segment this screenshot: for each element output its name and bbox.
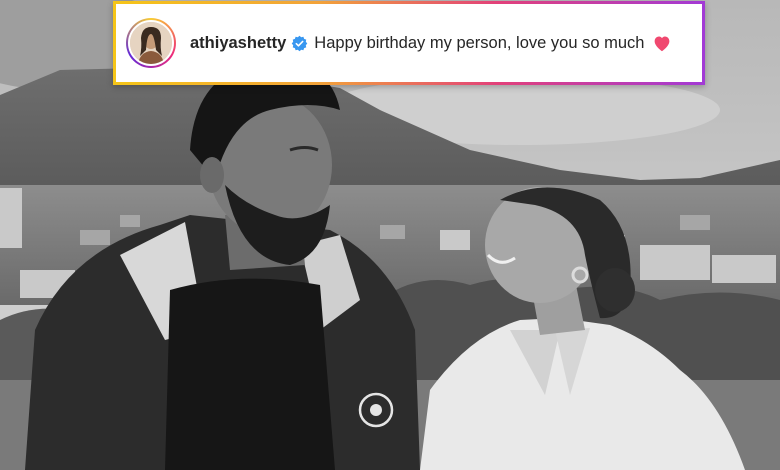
instagram-caption-card: athiyashetty Happy birthday my person, l… — [113, 1, 705, 85]
verified-badge-icon — [291, 35, 308, 52]
avatar[interactable] — [128, 20, 174, 66]
caption-container: athiyashetty Happy birthday my person, l… — [116, 4, 702, 82]
avatar-image — [130, 22, 172, 64]
heart-icon — [652, 34, 672, 52]
caption-message: Happy birthday my person, love you so mu… — [314, 33, 645, 52]
caption-text-row: athiyashetty Happy birthday my person, l… — [190, 34, 672, 53]
profile-avatar-ring[interactable] — [126, 18, 176, 68]
username-link[interactable]: athiyashetty — [190, 34, 286, 53]
